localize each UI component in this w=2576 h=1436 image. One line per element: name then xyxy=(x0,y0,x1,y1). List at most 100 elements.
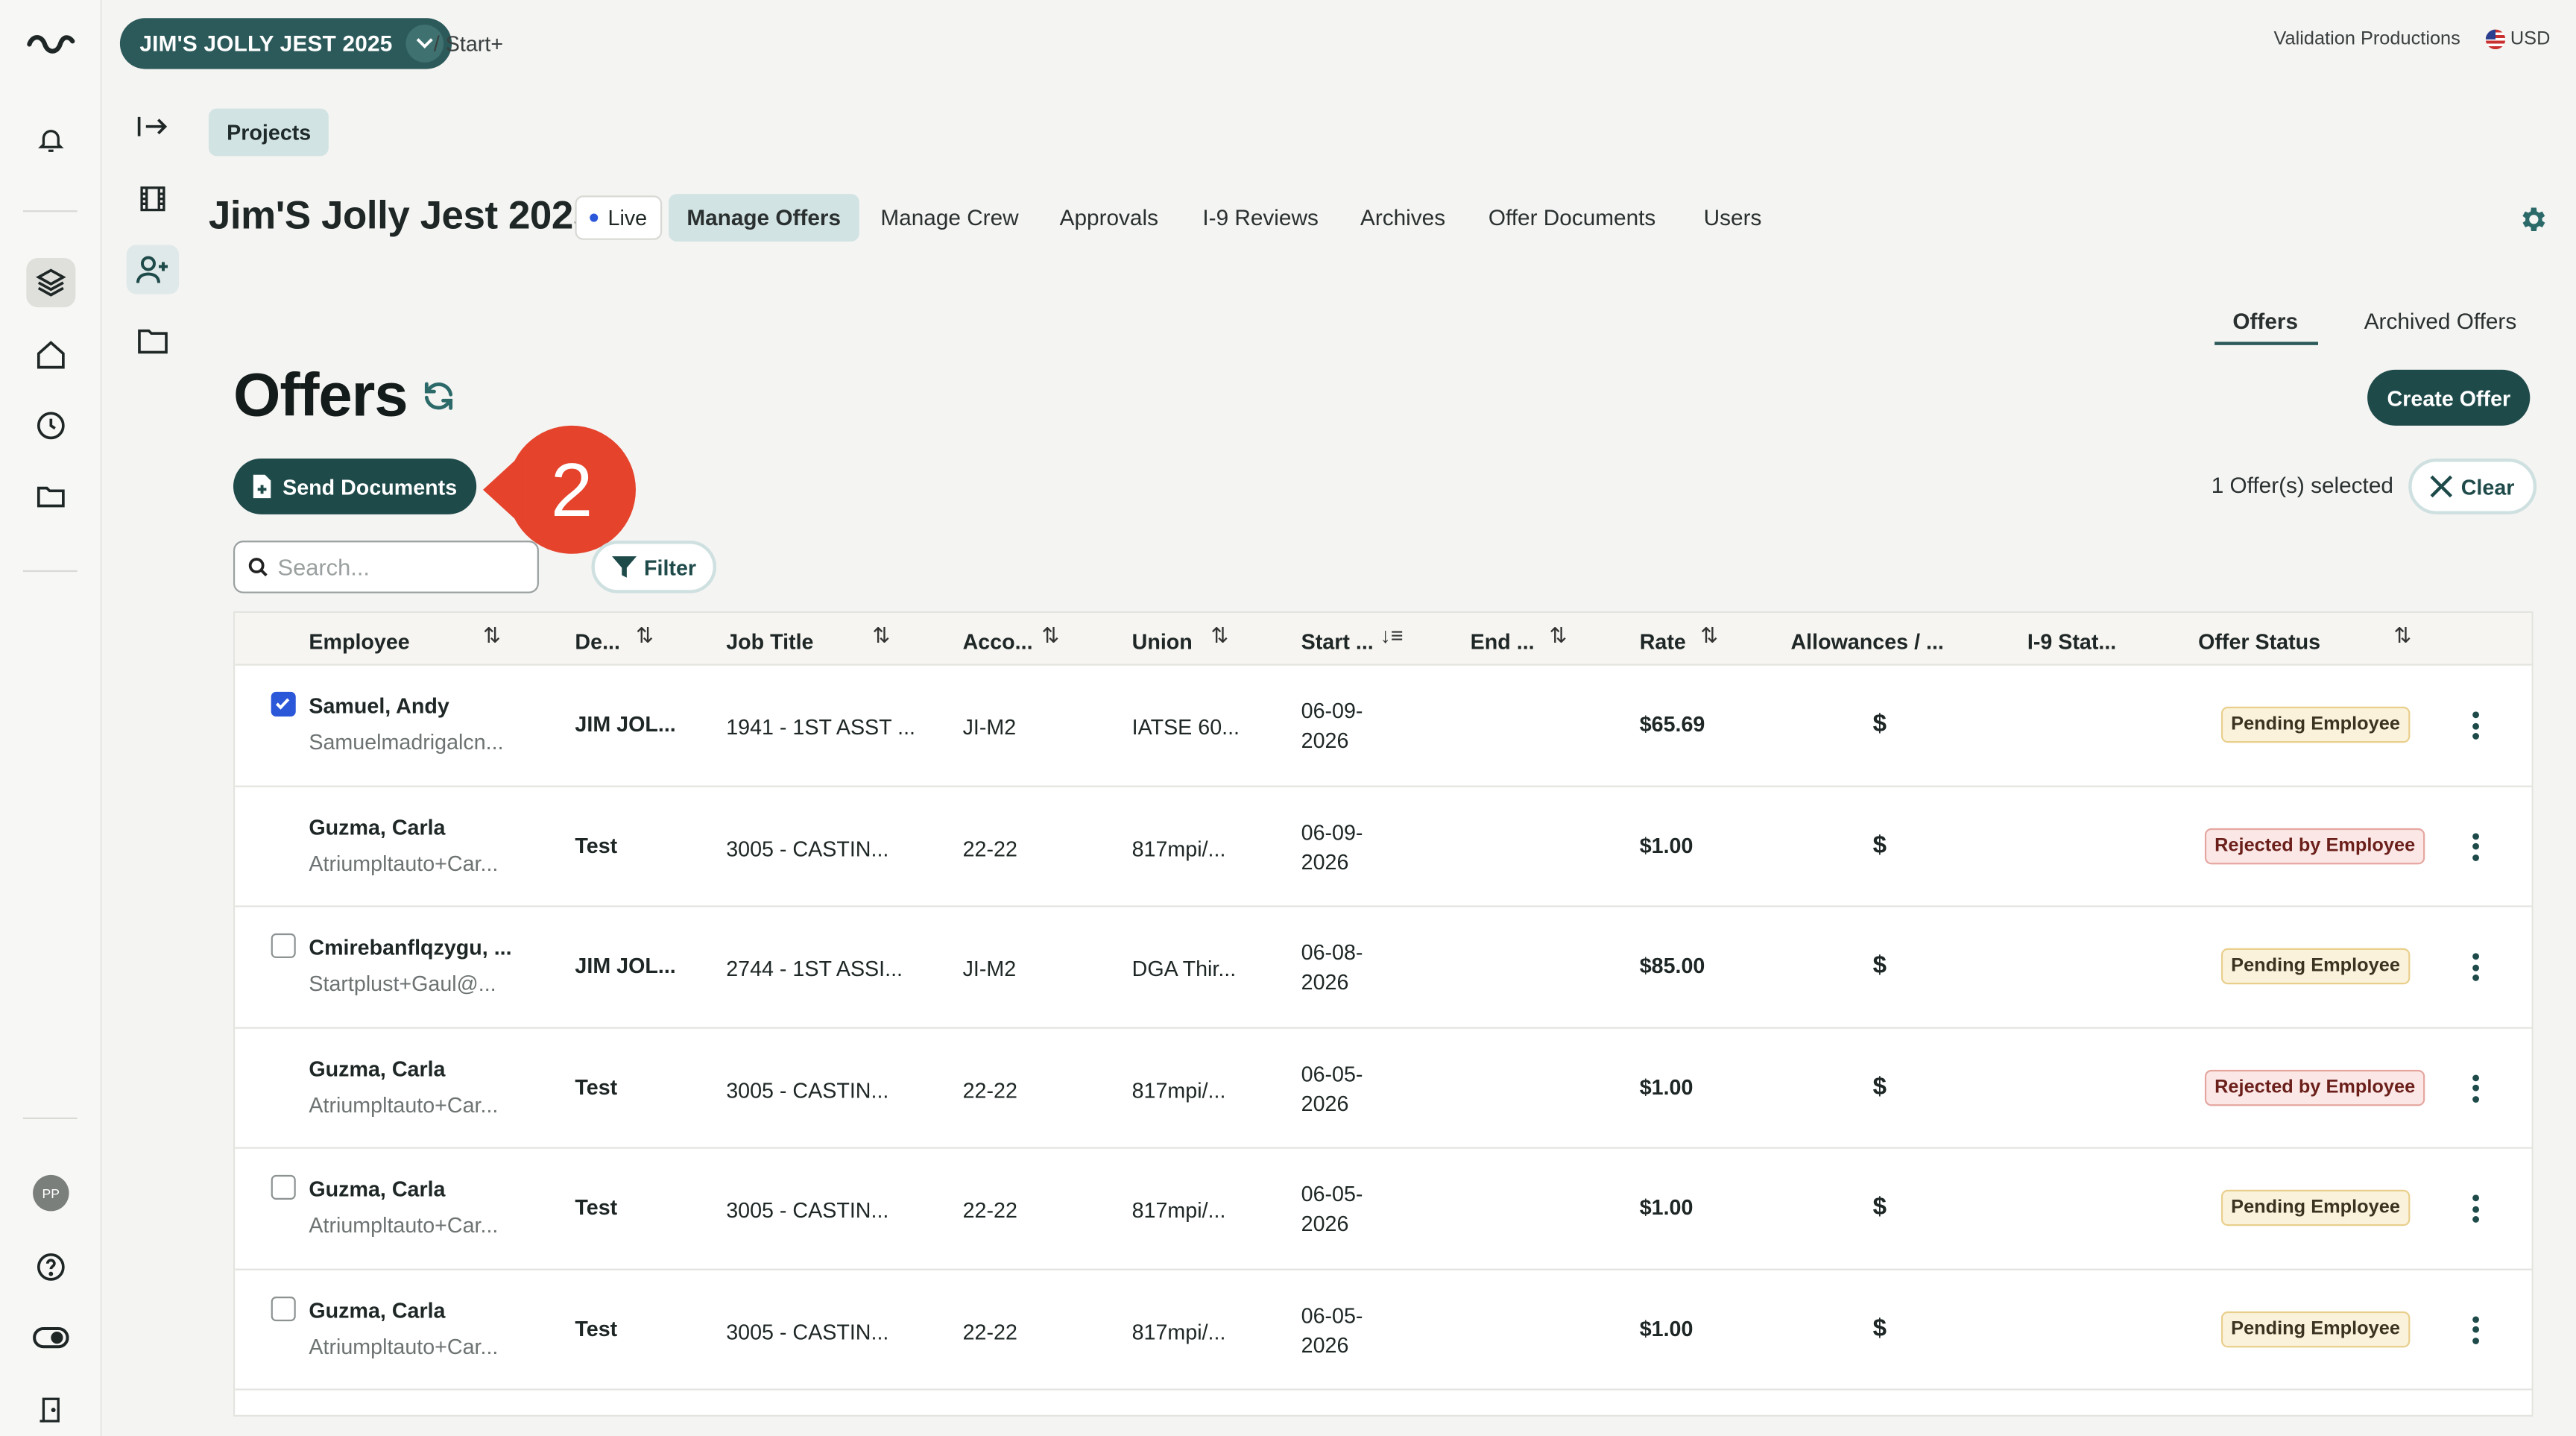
more-options-icon[interactable] xyxy=(2472,711,2482,743)
column-header-start[interactable]: Start ... xyxy=(1301,629,1374,654)
allowance-cell[interactable]: $ xyxy=(1873,1193,1887,1221)
employee-name[interactable]: Guzma, Carla xyxy=(309,1056,445,1080)
job-title-cell: 3005 - CASTIN... xyxy=(726,1318,889,1344)
employee-name[interactable]: Guzma, Carla xyxy=(309,814,445,839)
employee-name[interactable]: Samuel, Andy xyxy=(309,693,449,718)
allowance-cell[interactable]: $ xyxy=(1873,710,1887,737)
start-date-line2: 2026 xyxy=(1301,848,1349,874)
sort-descending-icon[interactable]: ↓≡ xyxy=(1380,623,1403,647)
table-row[interactable]: Guzma, Carla Atriumpltauto+Car... Test 3005… xyxy=(235,1149,2532,1270)
employee-name[interactable]: Cmirebanflqzygu, ... xyxy=(309,935,511,960)
currency-selector[interactable]: USD xyxy=(2485,29,2550,50)
sort-icon[interactable]: ⇅ xyxy=(872,623,890,649)
toggle-icon[interactable] xyxy=(26,1313,75,1362)
account-cell: JI-M2 xyxy=(962,956,1017,981)
bell-icon[interactable] xyxy=(26,115,75,164)
tab-manage-crew[interactable]: Manage Crew xyxy=(880,206,1018,230)
tab-manage-offers[interactable]: Manage Offers xyxy=(669,194,859,242)
filter-icon xyxy=(611,555,637,579)
project-selector-label: JIM'S JOLLY JEST 2025 xyxy=(139,31,393,56)
company-name[interactable]: Validation Productions xyxy=(2273,30,2460,49)
allowance-cell[interactable]: $ xyxy=(1873,831,1887,858)
refresh-icon[interactable] xyxy=(420,378,456,423)
column-header-employee[interactable]: Employee xyxy=(309,629,409,654)
table-row[interactable]: Cmirebanflqzygu, ... Startplust+Gaul@... J… xyxy=(235,907,2532,1028)
column-header-allowances[interactable]: Allowances / ... xyxy=(1790,629,1943,654)
collapse-arrow-icon[interactable] xyxy=(127,102,180,151)
job-title-cell: 2744 - 1ST ASSI... xyxy=(726,956,903,981)
allowance-cell[interactable]: $ xyxy=(1873,951,1887,979)
film-icon[interactable] xyxy=(127,174,180,224)
allowance-cell[interactable]: $ xyxy=(1873,1314,1887,1341)
column-header-department[interactable]: De... xyxy=(575,629,620,654)
sort-icon[interactable]: ⇅ xyxy=(1041,623,1059,649)
start-date-line1: 06-08- xyxy=(1301,939,1363,965)
help-icon[interactable] xyxy=(26,1242,75,1291)
sort-icon[interactable]: ⇅ xyxy=(1700,623,1718,649)
sort-icon[interactable]: ⇅ xyxy=(2393,623,2411,649)
column-header-offer-status[interactable]: Offer Status xyxy=(2198,629,2320,654)
tab-archives[interactable]: Archives xyxy=(1360,206,1445,230)
employee-name[interactable]: Guzma, Carla xyxy=(309,1297,445,1322)
table-row[interactable]: Guzma, Carla Atriumpltauto+Car... Test 3005… xyxy=(235,787,2532,907)
column-header-rate[interactable]: Rate xyxy=(1640,629,1686,654)
avatar[interactable]: PP xyxy=(33,1174,69,1212)
filter-button[interactable]: Filter xyxy=(591,541,716,593)
row-checkbox[interactable] xyxy=(271,1295,296,1320)
tab-users[interactable]: Users xyxy=(1704,206,1762,230)
sort-icon[interactable]: ⇅ xyxy=(1549,623,1567,649)
project-selector[interactable]: JIM'S JOLLY JEST 2025 xyxy=(119,18,452,69)
table-row[interactable]: Samuel, Andy Samuelmadrigalcn... JIM JOL..… xyxy=(235,666,2532,787)
department-cell: JIM JOL... xyxy=(575,953,676,978)
row-checkbox[interactable] xyxy=(271,1174,296,1200)
sort-icon[interactable]: ⇅ xyxy=(1210,623,1228,649)
create-offer-button[interactable]: Create Offer xyxy=(2367,369,2531,426)
more-options-icon[interactable] xyxy=(2472,832,2482,864)
clear-button[interactable]: Clear xyxy=(2408,458,2536,514)
more-options-icon[interactable] xyxy=(2472,1074,2482,1106)
logo-icon[interactable] xyxy=(26,18,75,67)
row-checkbox[interactable] xyxy=(271,691,296,717)
add-user-icon[interactable] xyxy=(126,245,180,295)
door-icon[interactable] xyxy=(26,1385,75,1435)
projects-breadcrumb[interactable]: Projects xyxy=(208,108,329,157)
gear-icon[interactable] xyxy=(2517,204,2548,243)
folder-icon[interactable] xyxy=(127,315,180,365)
search-icon xyxy=(248,557,268,577)
search-field[interactable] xyxy=(233,541,539,593)
table-row[interactable]: Guzma, Carla Atriumpltauto+Car... Test 3005… xyxy=(235,1028,2532,1149)
tab-approvals[interactable]: Approvals xyxy=(1060,206,1158,230)
home-icon[interactable] xyxy=(26,330,75,380)
row-checkbox[interactable] xyxy=(271,933,296,958)
employee-name[interactable]: Guzma, Carla xyxy=(309,1177,445,1201)
more-options-icon[interactable] xyxy=(2472,1194,2482,1226)
more-options-icon[interactable] xyxy=(2472,953,2482,985)
more-options-icon[interactable] xyxy=(2472,1315,2482,1347)
allowance-cell[interactable]: $ xyxy=(1873,1072,1887,1100)
column-header-i9-status[interactable]: I-9 Stat... xyxy=(2027,629,2116,654)
tab-offers[interactable]: Offers xyxy=(2232,309,2298,333)
sort-icon[interactable]: ⇅ xyxy=(483,623,501,649)
sort-icon[interactable]: ⇅ xyxy=(636,623,654,649)
search-input[interactable] xyxy=(277,553,525,581)
tab-offer-documents[interactable]: Offer Documents xyxy=(1489,206,1655,230)
tab-i9-reviews[interactable]: I-9 Reviews xyxy=(1202,206,1318,230)
tab-archived-offers[interactable]: Archived Offers xyxy=(2364,309,2517,333)
send-documents-button[interactable]: Send Documents xyxy=(233,458,477,514)
layers-icon[interactable] xyxy=(26,258,76,308)
selection-count: 1 Offer(s) selected xyxy=(2211,473,2393,498)
column-header-end[interactable]: End ... xyxy=(1471,629,1535,654)
column-header-account[interactable]: Acco... xyxy=(963,629,1033,654)
breadcrumb[interactable]: / Start+ xyxy=(434,31,503,56)
start-date-line2: 2026 xyxy=(1301,969,1349,995)
clock-icon[interactable] xyxy=(26,401,75,450)
start-date-line2: 2026 xyxy=(1301,1211,1349,1236)
table-row[interactable]: Guzma, Carla Atriumpltauto+Car... Test 3005… xyxy=(235,1270,2532,1391)
folder-icon[interactable] xyxy=(26,472,75,521)
column-header-union[interactable]: Union xyxy=(1132,629,1193,654)
status-badge: Pending Employee xyxy=(2220,1189,2411,1226)
column-header-job-title[interactable]: Job Title xyxy=(726,629,813,654)
start-date-line2: 2026 xyxy=(1301,1332,1349,1357)
offers-table: Employee ⇅ De... ⇅ Job Title ⇅ Acco... ⇅… xyxy=(233,611,2534,1417)
step-callout: 2 xyxy=(483,424,637,555)
